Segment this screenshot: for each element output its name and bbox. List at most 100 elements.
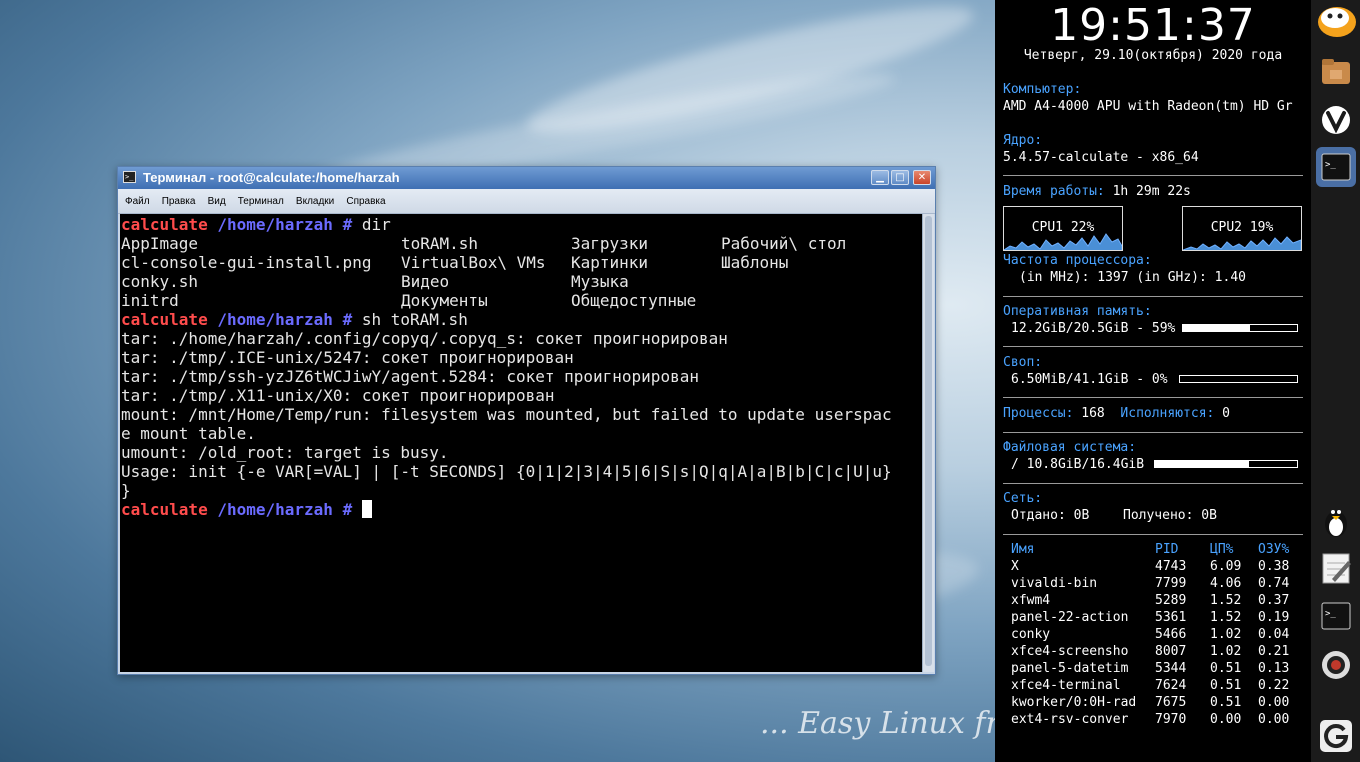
menu-edit[interactable]: Правка xyxy=(162,190,196,214)
menu-help[interactable]: Справка xyxy=(346,190,385,214)
cpu1-sparkline xyxy=(1004,233,1122,250)
swap-usage-bar xyxy=(1179,375,1298,383)
fs-value: / 10.8GiB/16.4GiB xyxy=(1011,457,1145,472)
freq-value: (in MHz): 1397 (in GHz): 1.40 xyxy=(1019,270,1246,285)
ls-entry: initrd xyxy=(121,291,179,310)
google-icon[interactable] xyxy=(1316,716,1356,756)
table-row: panel-22-action 5361 1.52 0.19 xyxy=(1011,610,1290,625)
table-row: conky 5466 1.02 0.04 xyxy=(1011,627,1290,642)
fs-label: Файловая система: xyxy=(1003,440,1137,455)
menu-file[interactable]: Файл xyxy=(125,190,150,214)
swap-value: 6.50MiB/41.1GiB - 0% xyxy=(1011,372,1168,387)
net-label: Сеть: xyxy=(1003,491,1043,506)
terminal-line: tar: ./tmp/.X11-unix/X0: сокет проигнори… xyxy=(121,386,555,405)
terminal-output[interactable]: calculate /home/harzah # dir AppImage toR… xyxy=(120,214,922,672)
terminal-line: tar: ./tmp/ssh-yzJZ6tWCJiwY/agent.5284: … xyxy=(121,367,699,386)
notepad-icon[interactable] xyxy=(1316,548,1356,588)
separator xyxy=(1003,346,1303,347)
ls-entry: cl-console-gui-install.png xyxy=(121,253,372,272)
terminal-icon: >_ xyxy=(123,171,136,183)
separator xyxy=(1003,175,1303,176)
menu-tabs[interactable]: Вкладки xyxy=(296,190,334,214)
terminal-line: calculate /home/harzah # dir xyxy=(121,215,391,234)
ls-entry: Видео xyxy=(401,272,450,291)
computer-value: AMD A4-4000 APU with Radeon(tm) HD Gr xyxy=(1003,99,1293,114)
processes-line: Процессы: 168 Исполняются: 0 xyxy=(1003,406,1230,421)
svg-text:>_: >_ xyxy=(1325,609,1336,619)
cpu2-graph: CPU2 19% xyxy=(1182,206,1302,251)
table-row: X 4743 6.09 0.38 xyxy=(1011,559,1290,574)
computer-label: Компьютер: xyxy=(1003,82,1082,97)
ls-output-row: initrd Документы Общедоступные xyxy=(120,291,922,310)
svg-text:>_: >_ xyxy=(1325,160,1336,170)
text-cursor xyxy=(361,500,372,518)
terminal-line: e mount table. xyxy=(121,424,256,443)
terminal-icon[interactable]: >_ xyxy=(1316,596,1356,636)
kernel-value: 5.4.57-calculate - x86_64 xyxy=(1003,150,1199,165)
separator xyxy=(1003,397,1303,398)
separator xyxy=(1003,432,1303,433)
terminal-line: umount: /old_root: target is busy. xyxy=(121,443,449,462)
table-row: xfce4-screensho 8007 1.02 0.21 xyxy=(1011,644,1290,659)
camera-icon[interactable] xyxy=(1316,645,1356,685)
table-row: ext4-rsv-conver 7970 0.00 0.00 xyxy=(1011,712,1290,727)
conky-panel: 19:51:37 Четверг, 29.10(октября) 2020 го… xyxy=(995,0,1311,762)
kernel-label: Ядро: xyxy=(1003,133,1043,148)
terminal-line: mount: /mnt/Home/Temp/run: filesystem wa… xyxy=(121,405,892,424)
vivaldi-icon[interactable] xyxy=(1316,100,1356,140)
table-row: panel-5-datetim 5344 0.51 0.13 xyxy=(1011,661,1290,676)
uptime-line: Время работы: 1h 29m 22s xyxy=(1003,184,1191,199)
separator xyxy=(1003,483,1303,484)
cpu2-sparkline xyxy=(1183,236,1301,250)
terminal-line: calculate /home/harzah # sh toRAM.sh xyxy=(121,310,468,329)
window-title: Терминал - root@calculate:/home/harzah xyxy=(143,170,400,185)
dock: >_ >_ xyxy=(1311,0,1360,762)
menu-terminal[interactable]: Терминал xyxy=(238,190,284,214)
freq-label: Частота процессора: xyxy=(1003,253,1152,268)
table-header: Имя PID ЦП% ОЗУ% xyxy=(1011,542,1290,557)
ls-entry: Загрузки xyxy=(571,234,649,253)
ls-entry: Документы xyxy=(401,291,488,310)
ls-entry: conky.sh xyxy=(121,272,199,291)
terminal-line: Usage: init {-e VAR[=VAL] | [-t SECONDS]… xyxy=(121,462,892,481)
minimize-button[interactable]: ▁ xyxy=(871,170,889,185)
ls-entry: VirtualBox\ VMs xyxy=(401,253,546,272)
close-button[interactable]: ✕ xyxy=(913,170,931,185)
separator xyxy=(1003,296,1303,297)
terminal-prompt-line: calculate /home/harzah # xyxy=(120,500,922,519)
ls-entry: AppImage xyxy=(121,234,199,253)
scrollbar-thumb[interactable] xyxy=(925,216,932,666)
ram-value: 12.2GiB/20.5GiB - 59% xyxy=(1011,321,1176,336)
clock: 19:51:37 xyxy=(1050,0,1256,51)
net-received: Получено: 0B xyxy=(1123,508,1217,523)
terminal-line: tar: ./tmp/.ICE-unix/5247: сокет проигно… xyxy=(121,348,574,367)
terminal-window[interactable]: >_ Терминал - root@calculate:/home/harza… xyxy=(117,166,936,675)
ls-entry: Рабочий\ стол xyxy=(721,234,847,253)
table-row: kworker/0:0H-rad 7675 0.51 0.00 xyxy=(1011,695,1290,710)
swap-label: Своп: xyxy=(1003,355,1043,370)
ls-entry: Шаблоны xyxy=(721,253,789,272)
ls-output-row: AppImage toRAM.sh Загрузки Рабочий\ стол xyxy=(120,234,922,253)
tux-icon[interactable] xyxy=(1316,500,1356,540)
fs-usage-bar xyxy=(1154,460,1298,468)
ls-entry: Общедоступные xyxy=(571,291,697,310)
menu-view[interactable]: Вид xyxy=(208,190,226,214)
process-table: Имя PID ЦП% ОЗУ% X 4743 6.09 0.38 vivaldi-bi… xyxy=(1011,541,1303,728)
date: Четверг, 29.10(октября) 2020 года xyxy=(1023,48,1283,63)
terminal-line: tar: ./home/harzah/.config/copyq/.copyq_… xyxy=(121,329,728,348)
ls-entry: Музыка xyxy=(571,272,629,291)
maximize-button[interactable]: □ xyxy=(891,170,909,185)
table-row: xfwm4 5289 1.52 0.37 xyxy=(1011,593,1290,608)
terminal-scrollbar[interactable] xyxy=(922,214,934,672)
terminal-line: } xyxy=(121,481,131,500)
table-row: vivaldi-bin 7799 4.06 0.74 xyxy=(1011,576,1290,591)
ram-label: Оперативная память: xyxy=(1003,304,1152,319)
ls-entry: Картинки xyxy=(571,253,649,272)
net-sent: Отдано: 0B xyxy=(1011,508,1090,523)
separator xyxy=(1003,534,1303,535)
terminal-icon[interactable]: >_ xyxy=(1316,147,1356,187)
table-row: xfce4-terminal 7624 0.51 0.22 xyxy=(1011,678,1290,693)
window-titlebar[interactable]: >_ Терминал - root@calculate:/home/harza… xyxy=(118,167,935,189)
calculate-logo-icon[interactable] xyxy=(1316,0,1356,40)
folder-icon[interactable] xyxy=(1316,52,1356,92)
